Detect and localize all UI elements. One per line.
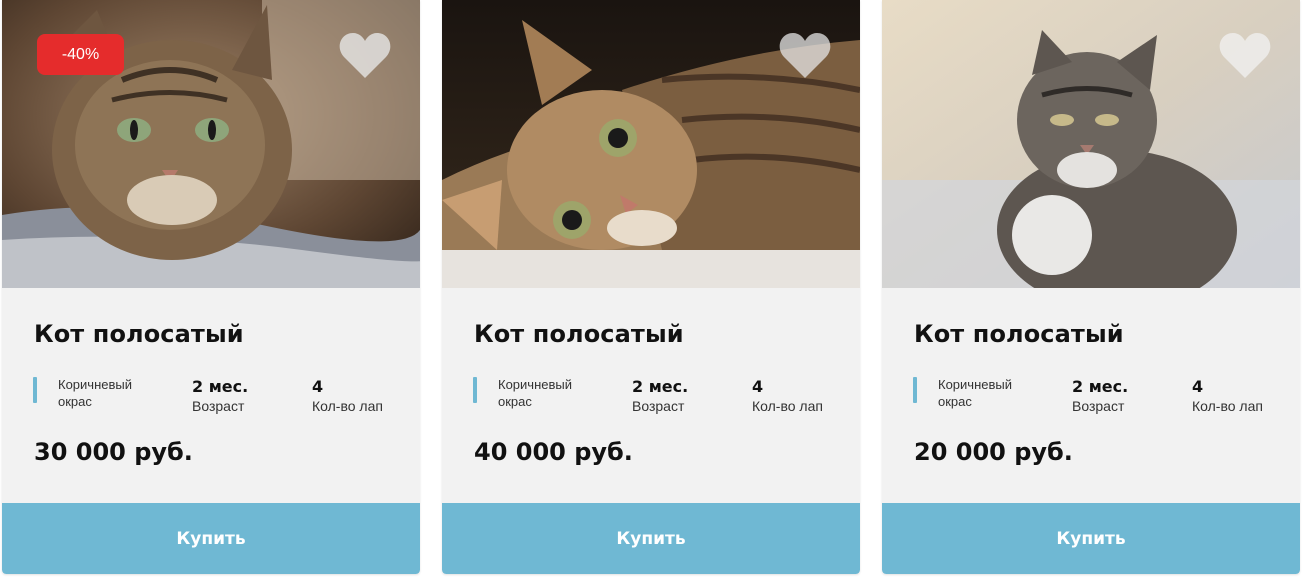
product-card-list: -40% Кот полосатый Коричневый окрас 2 ме… <box>2 0 1300 574</box>
color-text: Коричневый окрас <box>498 377 572 409</box>
price: 30 000 руб. <box>34 438 193 466</box>
card-info: Кот полосатый Коричневый окрас 2 мес. Во… <box>2 288 420 503</box>
cat-photo: -40% <box>2 0 420 288</box>
paws-label: Кол-во лап <box>312 398 383 414</box>
age-label: Возраст <box>192 398 245 414</box>
paws-value: 4 <box>312 377 324 396</box>
cat-photo <box>882 0 1300 288</box>
age-attribute: 2 мес. Возраст <box>632 377 688 415</box>
buy-button[interactable]: Купить <box>442 503 860 574</box>
product-card: Кот полосатый Коричневый окрас 2 мес. Во… <box>442 0 860 574</box>
buy-button[interactable]: Купить <box>2 503 420 574</box>
age-label: Возраст <box>632 398 685 414</box>
attribute-marker <box>33 377 37 403</box>
paws-value: 4 <box>752 377 764 396</box>
heart-icon[interactable] <box>338 32 392 80</box>
age-value: 2 мес. <box>192 377 249 396</box>
price: 40 000 руб. <box>474 438 633 466</box>
attribute-marker <box>913 377 917 403</box>
age-attribute: 2 мес. Возраст <box>1072 377 1128 415</box>
card-info: Кот полосатый Коричневый окрас 2 мес. Во… <box>882 288 1300 503</box>
paws-attribute: 4 Кол-во лап <box>752 377 823 415</box>
paws-attribute: 4 Кол-во лап <box>1192 377 1263 415</box>
paws-label: Кол-во лап <box>1192 398 1263 414</box>
card-info: Кот полосатый Коричневый окрас 2 мес. Во… <box>442 288 860 503</box>
card-title: Кот полосатый <box>474 320 684 348</box>
age-value: 2 мес. <box>632 377 689 396</box>
age-attribute: 2 мес. Возраст <box>192 377 248 415</box>
card-title: Кот полосатый <box>34 320 244 348</box>
paws-value: 4 <box>1192 377 1204 396</box>
color-text: Коричневый окрас <box>58 377 132 409</box>
heart-icon[interactable] <box>1218 32 1272 80</box>
paws-label: Кол-во лап <box>752 398 823 414</box>
paws-attribute: 4 Кол-во лап <box>312 377 383 415</box>
product-card: Кот полосатый Коричневый окрас 2 мес. Во… <box>882 0 1300 574</box>
buy-button[interactable]: Купить <box>882 503 1300 574</box>
discount-badge: -40% <box>37 34 124 75</box>
age-value: 2 мес. <box>1072 377 1129 396</box>
color-text: Коричневый окрас <box>938 377 1012 409</box>
product-card: -40% Кот полосатый Коричневый окрас 2 ме… <box>2 0 420 574</box>
attribute-marker <box>473 377 477 403</box>
age-label: Возраст <box>1072 398 1125 414</box>
price: 20 000 руб. <box>914 438 1073 466</box>
heart-icon[interactable] <box>778 32 832 80</box>
cat-photo <box>442 0 860 288</box>
card-title: Кот полосатый <box>914 320 1124 348</box>
